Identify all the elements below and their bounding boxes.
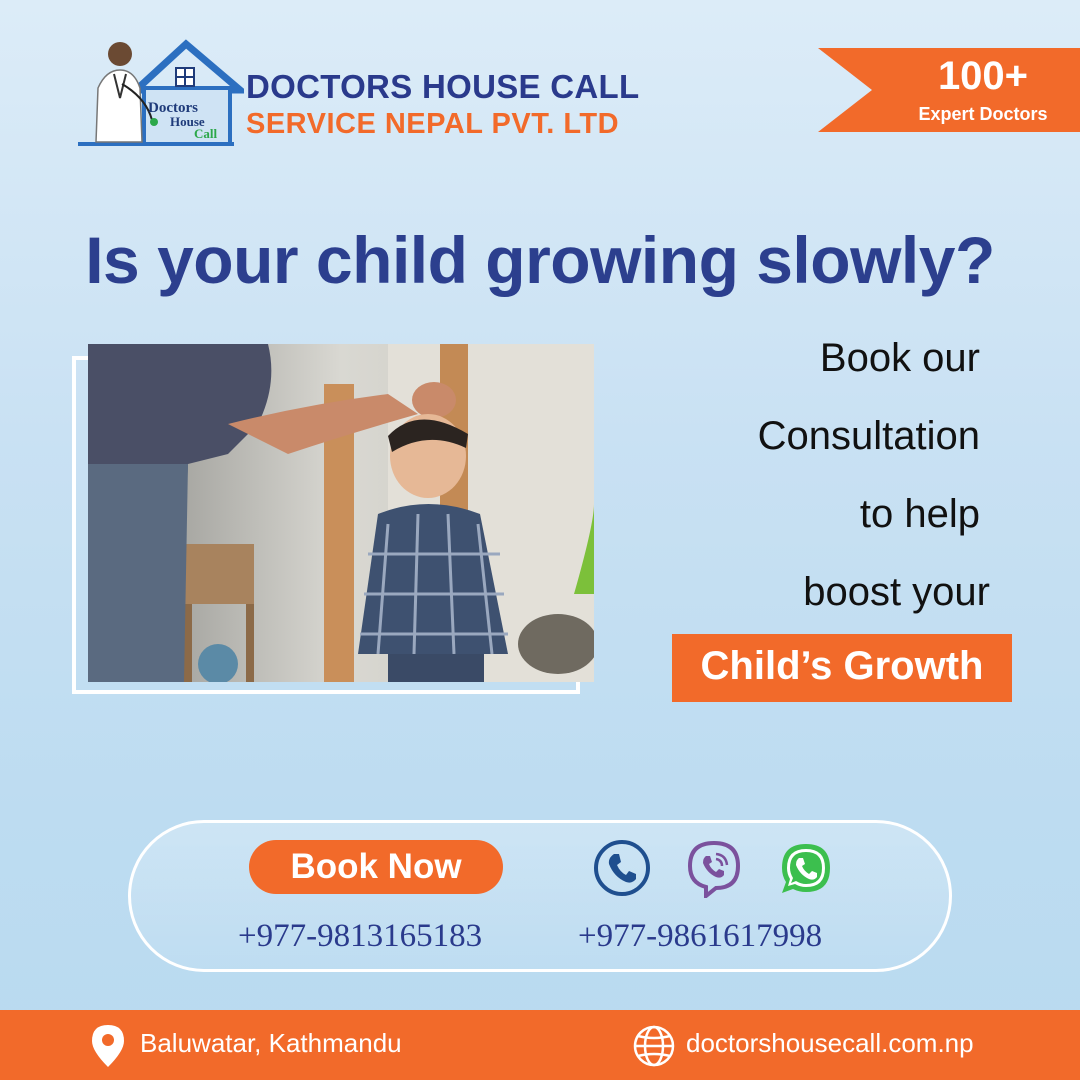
svg-text:Call: Call bbox=[194, 126, 218, 141]
body-line-4: boost your bbox=[803, 570, 990, 614]
body-line-1: Book our bbox=[819, 336, 980, 380]
company-logo: Doctors House Call bbox=[76, 38, 250, 148]
badge-label: Expert Doctors bbox=[918, 104, 1048, 124]
book-now-button[interactable]: Book Now bbox=[249, 840, 503, 894]
highlight-text: Child’s Growth bbox=[700, 644, 984, 688]
headline: Is your child growing slowly? bbox=[85, 223, 995, 297]
expert-doctors-badge: 100+ Expert Doctors bbox=[818, 48, 1080, 132]
brand-name-line2: SERVICE NEPAL PVT. LTD bbox=[246, 108, 620, 140]
body-line-2: Consultation bbox=[757, 414, 980, 458]
phone-number-1[interactable]: +977-9813165183 bbox=[238, 918, 482, 955]
footer-website-link[interactable]: doctorshousecall.com.np bbox=[686, 1028, 974, 1059]
body-line-3: to help bbox=[859, 492, 980, 536]
badge-number: 100+ bbox=[937, 54, 1029, 98]
phone-icon[interactable] bbox=[592, 838, 652, 898]
viber-icon[interactable] bbox=[684, 838, 744, 901]
child-height-photo bbox=[88, 344, 594, 682]
whatsapp-icon[interactable] bbox=[776, 838, 836, 898]
footer-address: Baluwatar, Kathmandu bbox=[140, 1028, 402, 1058]
brand-name-line1: DOCTORS HOUSE CALL bbox=[246, 68, 640, 105]
globe-icon bbox=[632, 1024, 676, 1068]
phone-number-2[interactable]: +977-9861617998 bbox=[578, 918, 822, 955]
location-pin-icon bbox=[92, 1025, 124, 1067]
